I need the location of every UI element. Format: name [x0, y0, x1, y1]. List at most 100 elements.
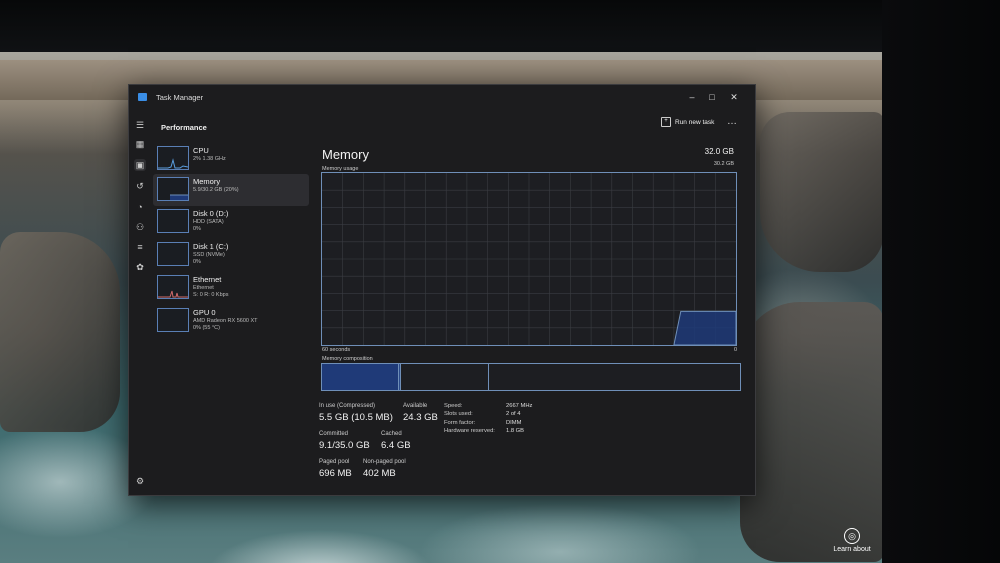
- stat-label: In use (Compressed): [319, 403, 376, 409]
- spec-row: Hardware reserved: 1.8 GB: [444, 428, 532, 436]
- device-detail: AMD Radeon RX 5600 XT: [193, 318, 258, 324]
- memory-composition-label: Memory composition: [322, 356, 373, 362]
- learn-about-link[interactable]: ◎ Learn about: [832, 528, 872, 553]
- stat-in-use: In use (Compressed) 5.5 GB (10.5 MB): [319, 403, 393, 423]
- maximize-button[interactable]: □: [703, 90, 721, 104]
- performance-icon[interactable]: ▣: [134, 159, 146, 171]
- device-item-memory[interactable]: Memory 5.9/30.2 GB (20%): [153, 174, 309, 206]
- memory-usage-max: 30.2 GB: [713, 161, 734, 167]
- device-name: GPU 0: [193, 308, 216, 317]
- memory-usage-chart: [322, 173, 736, 345]
- task-manager-icon: [138, 93, 147, 101]
- wallpaper-rock: [760, 112, 884, 272]
- stat-label: Non-paged pool: [363, 459, 406, 465]
- users-icon[interactable]: ⚇: [134, 221, 146, 233]
- device-name: Disk 1 (C:): [193, 242, 229, 251]
- device-item-gpu-0[interactable]: GPU 0 AMD Radeon RX 5600 XT 0% (55 °C): [153, 305, 309, 337]
- device-detail: SSD (NVMe): [193, 252, 225, 258]
- device-usage: S: 0 R: 0 Kbps: [193, 292, 229, 298]
- device-name: Ethernet: [193, 275, 222, 284]
- device-detail: 5.9/30.2 GB (20%): [193, 187, 239, 193]
- run-new-task-label: Run new task: [675, 118, 715, 126]
- device-usage: 0%: [193, 226, 201, 232]
- desktop: ◎ Learn about Task Manager – □ ✕ ☰ Perfo…: [0, 0, 1000, 563]
- nav-rail: ▦ ▣ ↺ ◔ ⚇ ≡ ✿ ⚙: [129, 135, 151, 495]
- graph-axis-right-label: 0: [733, 347, 737, 353]
- device-item-ethernet[interactable]: Ethernet Ethernet S: 0 R: 0 Kbps: [153, 272, 309, 304]
- run-task-icon: +: [661, 117, 671, 127]
- spec-value: DIMM: [506, 419, 522, 426]
- spec-value: 2667 MHz: [506, 403, 533, 409]
- memory-usage-area: [673, 310, 736, 345]
- memory-thumbnail-graph: [157, 177, 189, 201]
- stat-paged-pool: Paged pool 696 MB: [319, 459, 352, 479]
- details-icon[interactable]: ≡: [134, 241, 146, 253]
- minimize-button[interactable]: –: [683, 90, 701, 104]
- disk-0-thumbnail-graph: [157, 209, 189, 233]
- device-detail: HDD (SATA): [193, 219, 224, 225]
- disk-1-thumbnail-graph: [157, 242, 189, 266]
- device-name: Memory: [193, 177, 221, 186]
- spec-key: Hardware reserved:: [444, 428, 495, 435]
- stat-value: 402 MB: [363, 468, 396, 479]
- more-options-button[interactable]: …: [727, 116, 738, 127]
- processes-icon[interactable]: ▦: [134, 138, 146, 150]
- title-bar[interactable]: Task Manager – □ ✕: [129, 85, 755, 109]
- memory-panel: Memory 32.0 GB Memory usage 30.2 GB 60 s…: [319, 141, 749, 491]
- memory-title: Memory: [322, 147, 369, 162]
- device-item-cpu[interactable]: CPU 2% 1.38 GHz: [153, 143, 309, 175]
- spec-row: Slots used: 2 of 4: [444, 411, 532, 419]
- hamburger-menu-icon[interactable]: ☰: [136, 120, 144, 131]
- camera-icon: ◎: [844, 528, 860, 544]
- memory-composition-bar: [321, 363, 741, 391]
- stat-label: Cached: [381, 431, 402, 437]
- learn-about-label: Learn about: [833, 546, 871, 553]
- wallpaper-rock: [0, 232, 120, 432]
- command-bar: ☰ Performance + Run new task …: [129, 109, 755, 135]
- cpu-thumbnail-graph: [157, 146, 189, 170]
- ethernet-thumbnail-graph: [157, 275, 189, 299]
- window-title: Task Manager: [156, 93, 204, 102]
- spec-row: Form factor: DIMM: [444, 420, 532, 428]
- wallpaper-rock: [740, 302, 884, 562]
- monitor-bezel-right: [882, 0, 1000, 563]
- stat-value: 6.4 GB: [381, 440, 411, 451]
- spec-key: Form factor:: [444, 419, 476, 426]
- gpu-thumbnail-graph: [157, 308, 189, 332]
- device-name: CPU: [193, 146, 209, 155]
- stat-value: 5.5 GB (10.5 MB): [319, 412, 393, 423]
- stat-available: Available 24.3 GB: [403, 403, 438, 423]
- device-usage: 0%: [193, 259, 201, 265]
- device-detail: Ethernet: [193, 285, 214, 291]
- stat-label: Available: [403, 403, 428, 409]
- stat-label: Paged pool: [319, 459, 350, 465]
- spec-row: Speed: 2667 MHz: [444, 403, 532, 411]
- stat-value: 696 MB: [319, 468, 352, 479]
- close-button[interactable]: ✕: [725, 90, 743, 104]
- run-new-task-button[interactable]: + Run new task: [661, 117, 714, 127]
- task-manager-window: Task Manager – □ ✕ ☰ Performance + Run n…: [128, 84, 756, 496]
- settings-gear-icon[interactable]: ⚙: [134, 475, 146, 487]
- app-history-icon[interactable]: ↺: [134, 180, 146, 192]
- stat-non-paged-pool: Non-paged pool 402 MB: [363, 459, 406, 479]
- graph-axis-left-label: 60 seconds: [322, 347, 351, 353]
- stat-cached: Cached 6.4 GB: [381, 431, 411, 451]
- startup-apps-icon[interactable]: ◔: [134, 201, 146, 213]
- page-title: Performance: [161, 123, 207, 132]
- stat-committed: Committed 9.1/35.0 GB: [319, 431, 370, 451]
- stat-label: Committed: [319, 431, 349, 437]
- device-usage: 0% (55 °C): [193, 325, 220, 331]
- spec-key: Slots used:: [444, 411, 473, 418]
- stat-value: 24.3 GB: [403, 412, 438, 423]
- spec-key: Speed:: [444, 403, 463, 409]
- composition-standby: [399, 364, 490, 390]
- device-item-disk-0[interactable]: Disk 0 (D:) HDD (SATA) 0%: [153, 206, 309, 238]
- device-item-disk-1[interactable]: Disk 1 (C:) SSD (NVMe) 0%: [153, 239, 309, 271]
- composition-in-use: [322, 364, 399, 390]
- memory-specs: Speed: 2667 MHz Slots used: 2 of 4 Form fa…: [444, 403, 532, 437]
- services-icon[interactable]: ✿: [134, 261, 146, 273]
- device-name: Disk 0 (D:): [193, 209, 229, 218]
- stat-value: 9.1/35.0 GB: [319, 440, 370, 451]
- memory-usage-graph: [321, 172, 737, 346]
- spec-value: 2 of 4: [506, 411, 521, 418]
